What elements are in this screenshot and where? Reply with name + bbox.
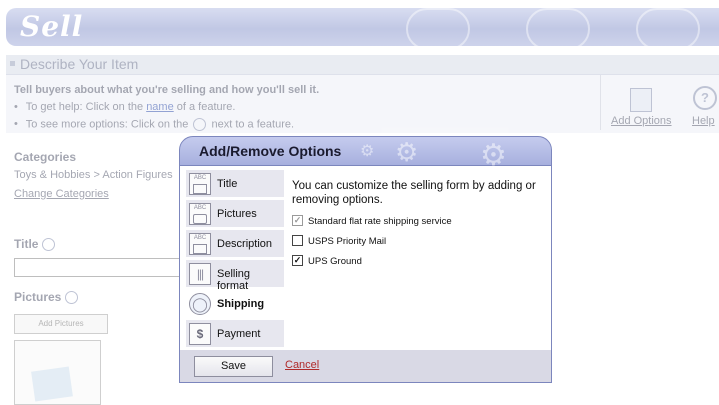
pictures-expand-icon[interactable] — [65, 291, 79, 305]
dialog-body: ABC Title ABC Pictures ABC Description |… — [179, 166, 552, 383]
pictures-label: Pictures — [14, 290, 79, 305]
banner-title: Sell — [20, 10, 84, 43]
title-label-text: Title — [14, 237, 39, 251]
help-link[interactable]: Help — [692, 115, 715, 127]
tab-shipping[interactable]: ◯ Shipping — [186, 290, 284, 318]
categories-label: Categories — [14, 150, 77, 164]
option-label: UPS Ground — [308, 256, 362, 268]
info-item-help: To get help: Click on the name of a feat… — [14, 101, 236, 113]
option-label: USPS Priority Mail — [308, 236, 387, 248]
section-heading: Describe Your Item — [20, 56, 139, 72]
banner-swirl-decoration — [636, 8, 700, 50]
title-label: Title — [14, 237, 56, 252]
title-input[interactable] — [14, 258, 186, 277]
option-usps-priority-mail: USPS Priority Mail — [292, 235, 387, 250]
shipping-options-panel: You can customize the selling form by ad… — [284, 166, 551, 350]
standard-flat-rate-checkbox: ✓ — [292, 215, 303, 226]
dialog-title: Add/Remove Options — [199, 143, 342, 159]
add-options-icon[interactable] — [630, 88, 652, 112]
option-standard-flat-rate: ✓ Standard flat rate shipping service — [292, 215, 452, 230]
ups-ground-checkbox[interactable]: ✓ — [292, 255, 303, 266]
option-label: Standard flat rate shipping service — [308, 216, 452, 228]
title-abc-icon: ABC — [189, 173, 211, 195]
dollar-icon: $ — [189, 323, 211, 345]
banner-swirl-decoration — [406, 8, 470, 50]
dialog-header[interactable]: Add/Remove Options ⚙ ⚙ ⚙ — [179, 136, 552, 171]
options-tab-list: ABC Title ABC Pictures ABC Description |… — [180, 166, 284, 350]
add-options-link[interactable]: Add Options — [611, 115, 672, 127]
pictures-label-text: Pictures — [14, 290, 62, 304]
tab-label: Description — [217, 238, 273, 250]
tab-label: Title — [217, 178, 238, 190]
tab-label: Payment — [217, 328, 261, 340]
camera-icon: ABC — [189, 203, 211, 225]
categories-value: Toys & Hobbies > Action Figures — [14, 169, 173, 181]
tab-payment[interactable]: $ Payment — [186, 320, 284, 348]
dialog-footer: Save Cancel — [180, 350, 551, 382]
save-button[interactable]: Save — [194, 356, 273, 377]
info-title: Tell buyers about what you're selling an… — [14, 84, 320, 96]
tab-pictures[interactable]: ABC Pictures — [186, 200, 284, 228]
option-ups-ground: ✓ UPS Ground — [292, 255, 362, 270]
sell-banner: Sell — [6, 8, 719, 50]
description-abc-icon: ABC — [189, 233, 211, 255]
cancel-link[interactable]: Cancel — [285, 359, 319, 371]
section-bullet-icon — [10, 61, 15, 66]
globe-icon: ◯ — [189, 293, 211, 315]
tab-description[interactable]: ABC Description — [186, 230, 284, 258]
info-link[interactable]: name — [146, 101, 174, 113]
tab-selling-format[interactable]: ||| Selling format — [186, 260, 284, 292]
add-pictures-button[interactable]: Add Pictures — [14, 314, 108, 334]
tab-label: Pictures — [217, 208, 257, 220]
info-text: next to a feature. — [208, 118, 295, 131]
info-text: of a feature. — [173, 101, 236, 113]
tab-label: Selling format — [217, 268, 251, 292]
expand-option-icon — [193, 118, 207, 131]
change-categories-link[interactable]: Change Categories — [14, 188, 109, 200]
info-text: To see more options: Click on the — [25, 118, 192, 131]
tab-label: Shipping — [217, 298, 265, 310]
tab-title[interactable]: ABC Title — [186, 170, 284, 198]
info-text: To get help: Click on the — [25, 101, 147, 113]
usps-priority-mail-checkbox[interactable] — [292, 235, 303, 246]
options-intro-text: You can customize the selling form by ad… — [292, 180, 536, 206]
divider — [600, 75, 601, 130]
help-icon[interactable]: ? — [693, 86, 717, 110]
barcode-icon: ||| — [189, 263, 211, 285]
picture-placeholder — [14, 340, 101, 405]
info-item-options: To see more options: Click on the next t… — [14, 118, 294, 131]
add-remove-options-dialog: Add/Remove Options ⚙ ⚙ ⚙ ABC Title ABC P… — [179, 136, 552, 383]
gear-icon: ⚙ — [395, 137, 419, 167]
section-header: Describe Your Item — [6, 55, 719, 75]
title-expand-icon[interactable] — [42, 238, 56, 252]
banner-swirl-decoration — [526, 8, 590, 50]
gear-icon: ⚙ — [360, 143, 375, 160]
